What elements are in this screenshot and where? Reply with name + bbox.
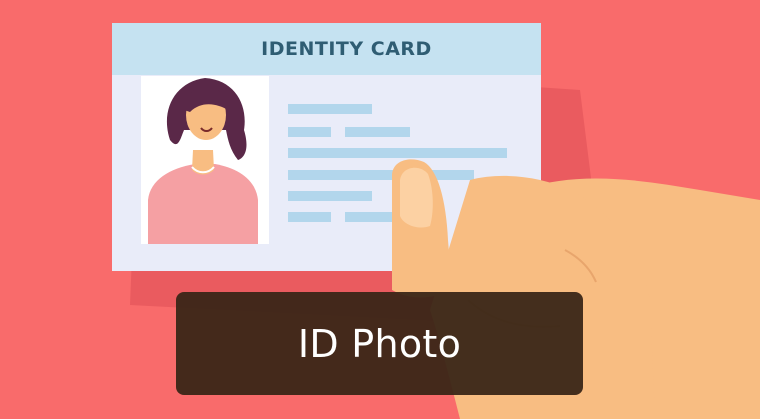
- card-title: IDENTITY CARD: [261, 38, 432, 60]
- id-photo-illustration: IDENTITY CARD ID Photo: [0, 0, 760, 419]
- caption-banner: ID Photo: [176, 292, 583, 395]
- portrait-photo: [141, 76, 269, 244]
- caption-text: ID Photo: [297, 321, 462, 366]
